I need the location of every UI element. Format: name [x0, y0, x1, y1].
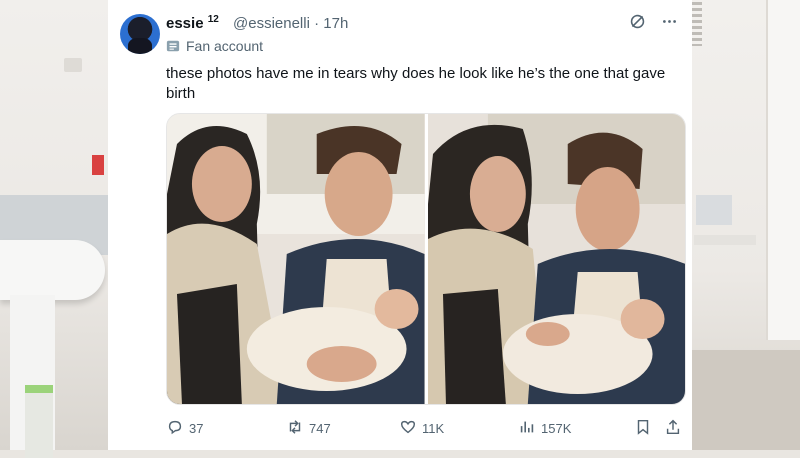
media-grid	[166, 113, 686, 405]
badge-icon	[166, 39, 180, 53]
wall-vent	[692, 2, 702, 46]
tweet-text: these photos have me in tears why does h…	[166, 65, 666, 102]
repost-count: 747	[309, 420, 331, 436]
avatar[interactable]	[120, 14, 160, 54]
sink	[0, 240, 105, 300]
background-left-bathroom	[0, 0, 110, 458]
like-button[interactable]: 11K	[399, 418, 444, 439]
red-fixture	[92, 155, 104, 175]
views-icon	[518, 418, 536, 439]
name-superscript: 12	[207, 14, 219, 25]
repost-button[interactable]: 747	[286, 418, 331, 439]
wall-socket	[64, 58, 82, 72]
handle-and-time[interactable]: @essienelli · 17h	[233, 15, 348, 32]
account-label: Fan account	[166, 38, 263, 54]
views-button[interactable]: 157K	[518, 418, 571, 439]
photo-1[interactable]	[167, 114, 425, 404]
share-button[interactable]	[664, 418, 682, 439]
wall-rail	[694, 235, 756, 245]
top-actions	[628, 12, 678, 30]
floor	[692, 350, 800, 450]
grok-icon[interactable]	[628, 12, 646, 30]
wall-panel	[696, 195, 732, 225]
action-bar: 37 747 11K 157K	[166, 417, 686, 439]
bookmark-icon	[634, 418, 652, 439]
door	[766, 0, 800, 340]
reply-count: 37	[189, 420, 204, 436]
photo-2[interactable]	[427, 114, 685, 404]
views-count: 157K	[541, 420, 572, 436]
more-icon[interactable]	[660, 12, 678, 30]
reply-button[interactable]: 37	[166, 418, 203, 439]
share-icon	[664, 418, 682, 439]
background-right-room	[692, 0, 800, 450]
like-count: 11K	[422, 420, 445, 436]
tweet-card: essie 12 @essienelli · 17h Fan account t…	[108, 0, 692, 450]
trash-bin	[25, 385, 53, 458]
repost-icon	[286, 418, 304, 439]
display-name[interactable]: essie 12	[166, 14, 219, 32]
bookmark-button[interactable]	[634, 418, 652, 439]
like-icon	[399, 418, 417, 439]
account-label-text: Fan account	[186, 38, 264, 54]
reply-icon	[166, 418, 184, 439]
